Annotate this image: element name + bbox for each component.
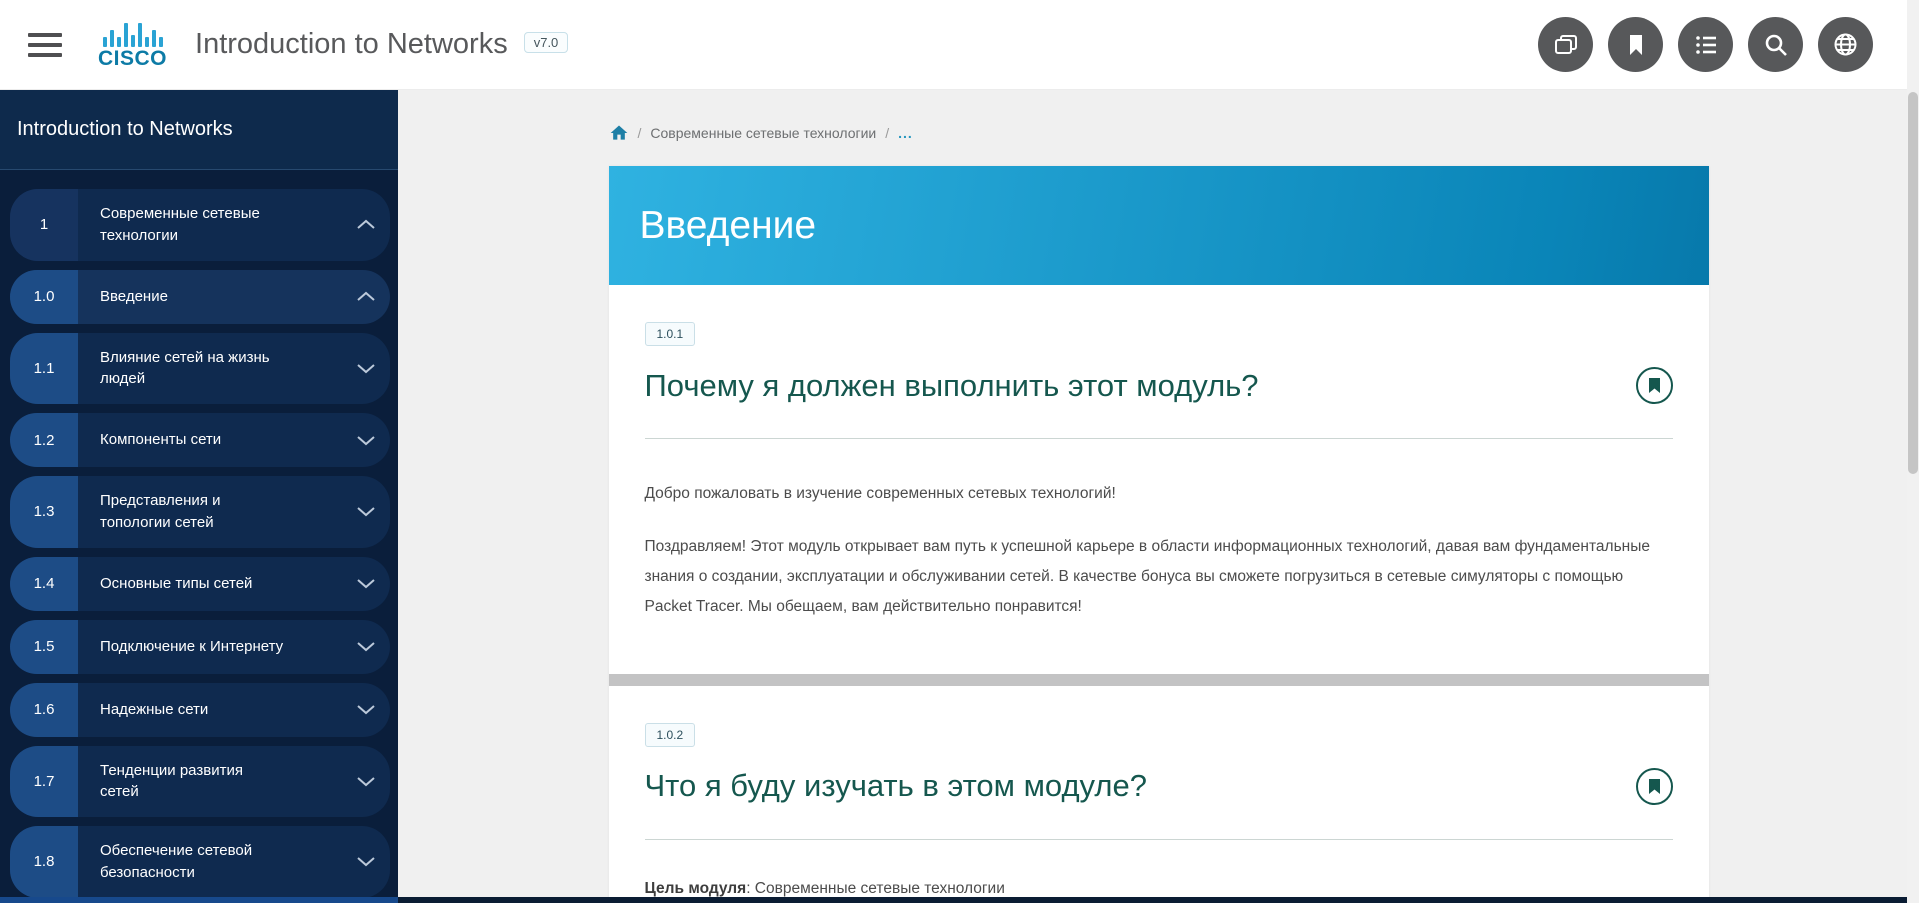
cisco-logo-text: CISCO [98, 48, 167, 69]
item-number: 1.6 [10, 683, 78, 737]
module-goal: Цель модуля: Современные сетевые техноло… [645, 880, 1673, 897]
module-banner: Введение [609, 166, 1709, 285]
sidebar-item-1.3[interactable]: 1.3 Представления и топологии сетей [10, 476, 390, 548]
chevron-down-icon [342, 333, 390, 405]
section-heading: Что я буду изучать в этом модуле? [645, 768, 1147, 804]
chevron-down-icon [342, 557, 390, 611]
chevron-up-icon [342, 270, 390, 324]
bottom-edge-bar [0, 897, 1919, 903]
scrollbar-thumb[interactable] [1908, 92, 1918, 474]
section-badge: 1.0.1 [645, 322, 696, 346]
header-icon-group [1538, 17, 1873, 72]
page-scrollbar[interactable] [1907, 0, 1919, 903]
section-separator-bar [609, 674, 1709, 686]
item-label: Основные типы сетей [78, 557, 290, 611]
paragraph: Добро пожаловать в изучение современных … [645, 479, 1673, 509]
sidebar-item-1.1[interactable]: 1.1 Влияние сетей на жизнь людей [10, 333, 390, 405]
item-number: 1.7 [10, 746, 78, 818]
cisco-logo[interactable]: CISCO [98, 20, 167, 69]
item-number: 1.1 [10, 333, 78, 405]
section-divider-line [645, 839, 1673, 840]
breadcrumb: / Современные сетевые технологии / ... [609, 123, 1709, 143]
sidebar-item-1.0[interactable]: 1.0 Введение [10, 270, 390, 324]
section-heading: Почему я должен выполнить этот модуль? [645, 368, 1259, 404]
sidebar-header: Introduction to Networks [0, 90, 398, 170]
bottom-edge-sidebar-segment [0, 897, 398, 903]
sidebar-item-1.6[interactable]: 1.6 Надежные сети [10, 683, 390, 737]
hamburger-menu-icon[interactable] [28, 33, 62, 57]
globe-icon[interactable] [1818, 17, 1873, 72]
search-icon[interactable] [1748, 17, 1803, 72]
item-label: Современные сетевые технологии [78, 189, 290, 261]
bookmark-section-button[interactable] [1636, 768, 1673, 805]
chevron-down-icon [342, 826, 390, 897]
bottom-edge-content-segment [398, 897, 1919, 903]
breadcrumb-module-link[interactable]: Современные сетевые технологии [650, 125, 876, 141]
item-label: Подключение к Интернету [78, 620, 290, 674]
section-divider-line [645, 438, 1673, 439]
breadcrumb-ellipsis-link[interactable]: ... [898, 125, 913, 141]
sidebar-nav-list: 1 Современные сетевые технологии 1.0 Вве… [0, 170, 398, 897]
sidebar-item-1.5[interactable]: 1.5 Подключение к Интернету [10, 620, 390, 674]
breadcrumb-separator: / [885, 125, 889, 141]
app-header: CISCO Introduction to Networks v7.0 [0, 0, 1919, 90]
section-badge: 1.0.2 [645, 723, 696, 747]
sidebar-item-1.4[interactable]: 1.4 Основные типы сетей [10, 557, 390, 611]
item-label: Тенденции развития сетей [78, 746, 290, 818]
bookmark-section-button[interactable] [1636, 367, 1673, 404]
goal-label: Цель модуля [645, 880, 747, 897]
chevron-down-icon [342, 746, 390, 818]
list-icon[interactable] [1678, 17, 1733, 72]
sidebar-course-title: Introduction to Networks [17, 118, 233, 141]
pages-icon[interactable] [1538, 17, 1593, 72]
home-icon[interactable] [609, 123, 629, 143]
item-label: Компоненты сети [78, 413, 290, 467]
course-title: Introduction to Networks [195, 28, 508, 61]
item-number: 1.5 [10, 620, 78, 674]
sidebar-item-1.2[interactable]: 1.2 Компоненты сети [10, 413, 390, 467]
item-number: 1.0 [10, 270, 78, 324]
section-1.0.2: 1.0.2 Что я буду изучать в этом модуле? … [609, 686, 1709, 897]
cisco-logo-bars-icon [103, 20, 163, 47]
banner-title: Введение [640, 204, 817, 248]
sidebar-item-1.8[interactable]: 1.8 Обеспечение сетевой безопасности [10, 826, 390, 897]
paragraph: Поздравляем! Этот модуль открывает вам п… [645, 532, 1673, 622]
item-number: 1.8 [10, 826, 78, 897]
item-label: Представления и топологии сетей [78, 476, 290, 548]
chevron-down-icon [342, 476, 390, 548]
chevron-down-icon [342, 683, 390, 737]
chevron-up-icon [342, 189, 390, 261]
item-number: 1.2 [10, 413, 78, 467]
item-label: Введение [78, 270, 290, 324]
item-label: Обеспечение сетевой безопасности [78, 826, 290, 897]
item-label: Надежные сети [78, 683, 290, 737]
item-label: Влияние сетей на жизнь людей [78, 333, 290, 405]
version-badge: v7.0 [524, 32, 569, 53]
goal-text: : Современные сетевые технологии [746, 880, 1005, 897]
item-number: 1 [10, 189, 78, 261]
item-number: 1.4 [10, 557, 78, 611]
section-1.0.1: 1.0.1 Почему я должен выполнить этот мод… [609, 285, 1709, 674]
breadcrumb-separator: / [638, 125, 642, 141]
bookmark-icon[interactable] [1608, 17, 1663, 72]
main-content-area: / Современные сетевые технологии / ... В… [398, 90, 1919, 897]
item-number: 1.3 [10, 476, 78, 548]
course-sidebar: Introduction to Networks 1 Современные с… [0, 90, 398, 897]
chevron-down-icon [342, 413, 390, 467]
content-card: Введение 1.0.1 Почему я должен выполнить… [609, 166, 1709, 897]
sidebar-item-1.7[interactable]: 1.7 Тенденции развития сетей [10, 746, 390, 818]
sidebar-item-1[interactable]: 1 Современные сетевые технологии [10, 189, 390, 261]
chevron-down-icon [342, 620, 390, 674]
